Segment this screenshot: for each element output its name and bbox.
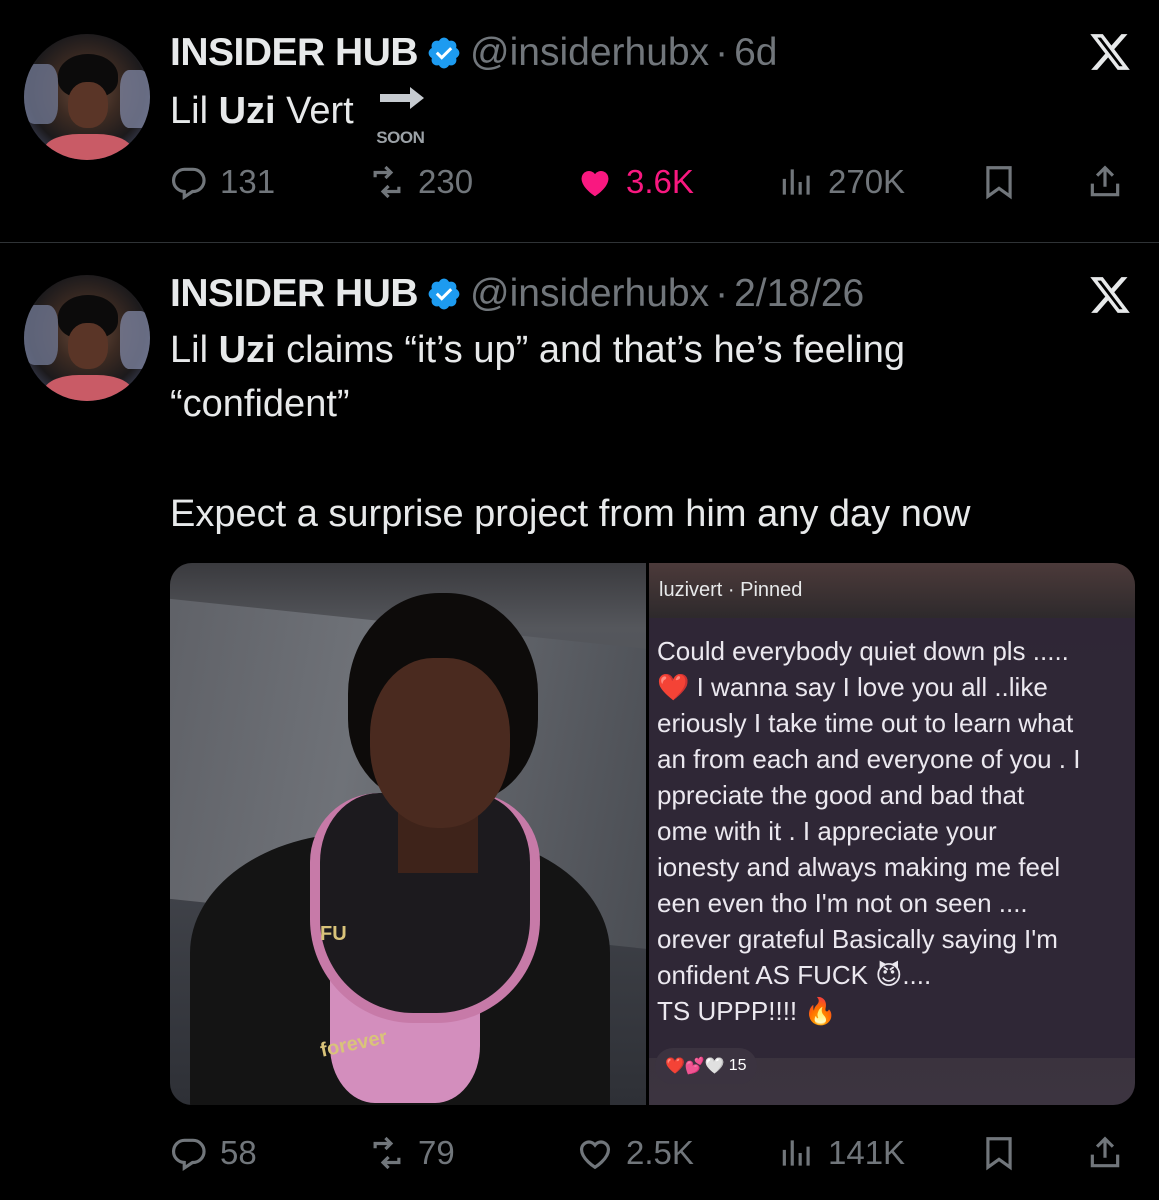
tweet-text-post: claims “it’s up” and that’s he’s feeling xyxy=(275,329,906,371)
post-line: orever grateful Basically saying I'm xyxy=(657,924,1058,954)
tweet-text-line-3: Expect a surprise project from him any d… xyxy=(170,493,971,535)
author-name[interactable]: INSIDER HUB xyxy=(170,272,419,316)
author-handle[interactable]: @insiderhubx xyxy=(470,272,709,316)
separator-dot: · xyxy=(715,272,729,315)
tweet-header: INSIDER HUB @insiderhubx · 6d xyxy=(170,28,777,78)
post-line: ppreciate the good and bad that xyxy=(657,780,1025,810)
right-arrow-icon xyxy=(380,87,425,109)
post-line: eriously I take time out to learn what xyxy=(657,708,1074,738)
tweet-text-pre: Lil xyxy=(170,329,219,371)
tweet-text-line-2: “confident” xyxy=(170,383,350,425)
like-count: 2.5K xyxy=(626,1134,694,1171)
like-button[interactable]: 3.6K xyxy=(576,157,694,207)
post-line: onfident AS FUCK 😈.... xyxy=(657,960,932,990)
bookmark-button[interactable] xyxy=(980,157,1030,207)
reaction-count: 15 xyxy=(728,1057,747,1074)
views-button[interactable]: 270K xyxy=(778,157,905,207)
bookmark-icon xyxy=(986,166,1012,200)
views-button[interactable]: 141K xyxy=(778,1128,905,1178)
speech-bubble-icon xyxy=(172,167,206,201)
x-logo-icon[interactable] xyxy=(1088,30,1132,74)
instagram-post-screenshot[interactable]: luzivert · Pinned Could everybody quiet … xyxy=(649,563,1135,1105)
like-count: 3.6K xyxy=(626,163,694,200)
author-name[interactable]: INSIDER HUB xyxy=(170,31,419,75)
repost-arrows-icon xyxy=(373,165,401,199)
action-bar: 58 79 2.5K 141K xyxy=(170,1128,1140,1178)
share-button[interactable] xyxy=(1086,157,1136,207)
views-count: 141K xyxy=(828,1134,906,1171)
reply-count: 131 xyxy=(220,163,276,200)
tweet-text-post: Vert xyxy=(275,90,354,132)
shirt-text-1: FU xyxy=(320,923,347,945)
separator-dot: · xyxy=(715,31,729,74)
post-line: ionesty and always making me feel xyxy=(657,852,1061,882)
author-handle[interactable]: @insiderhubx xyxy=(470,31,709,75)
artist-photo[interactable]: FU forever xyxy=(170,563,646,1105)
avatar[interactable] xyxy=(24,275,150,401)
avatar[interactable] xyxy=(24,34,150,160)
bar-chart-icon xyxy=(782,1140,810,1166)
like-button[interactable]: 2.5K xyxy=(576,1128,694,1178)
tweet-text-bold: Uzi xyxy=(218,329,276,371)
repost-arrows-icon xyxy=(373,1136,401,1170)
repost-button[interactable]: 230 xyxy=(368,157,473,207)
repost-count: 230 xyxy=(418,163,474,200)
bookmark-button[interactable] xyxy=(980,1128,1030,1178)
post-line: TS UPPP!!!! 🔥 xyxy=(657,996,837,1026)
verified-badge-icon xyxy=(428,278,460,310)
media-attachment[interactable]: FU forever luzivert · Pinned Could every… xyxy=(170,563,1135,1105)
share-button[interactable] xyxy=(1086,1128,1136,1178)
timestamp[interactable]: 6d xyxy=(734,31,777,75)
post-header: luzivert · Pinned xyxy=(659,579,803,601)
tweet-header: INSIDER HUB @insiderhubx · 2/18/26 xyxy=(170,269,864,319)
tweet-text-line-1: Lil Uzi claims “it’s up” and that’s he’s… xyxy=(170,323,905,377)
reaction-bar: ❤️💕🤍 15 xyxy=(655,1048,757,1084)
post-line: an from each and everyone of you . I xyxy=(657,744,1081,774)
share-upload-icon xyxy=(1090,1136,1120,1168)
tweet-text-pre: Lil xyxy=(170,90,219,132)
reply-button[interactable]: 131 xyxy=(170,157,275,207)
share-upload-icon xyxy=(1090,165,1120,197)
heart-icon xyxy=(581,171,609,197)
post-line: een even tho I'm not on seen .... xyxy=(657,888,1028,918)
reply-count: 58 xyxy=(220,1134,257,1171)
post-line: ❤️ I wanna say I love you all ..like xyxy=(657,672,1048,702)
repost-button[interactable]: 79 xyxy=(368,1128,455,1178)
action-bar: 131 230 3.6K 270K xyxy=(170,157,1140,207)
tweet-text: Lil Uzi Vert SOON xyxy=(170,84,430,147)
views-count: 270K xyxy=(828,163,906,200)
verified-badge-icon xyxy=(428,37,460,69)
bookmark-icon xyxy=(986,1137,1012,1171)
soon-arrow-emoji: SOON xyxy=(374,85,430,147)
tweet-text-bold: Uzi xyxy=(218,90,276,132)
speech-bubble-icon xyxy=(172,1138,206,1172)
repost-count: 79 xyxy=(418,1134,455,1171)
reply-button[interactable]: 58 xyxy=(170,1128,257,1178)
timestamp[interactable]: 2/18/26 xyxy=(734,272,864,316)
bar-chart-icon xyxy=(782,169,810,195)
post-line: ome with it . I appreciate your xyxy=(657,816,997,846)
tweet-2[interactable]: INSIDER HUB @insiderhubx · 2/18/26 Lil U… xyxy=(0,243,1159,1200)
heart-icon xyxy=(579,1140,611,1170)
post-line: Could everybody quiet down pls ..... xyxy=(657,636,1069,666)
heart-emoji-icon: ❤️💕🤍 xyxy=(665,1058,725,1075)
x-logo-icon[interactable] xyxy=(1088,273,1132,317)
tweet-1[interactable]: INSIDER HUB @insiderhubx · 6d Lil Uzi Ve… xyxy=(0,0,1159,243)
